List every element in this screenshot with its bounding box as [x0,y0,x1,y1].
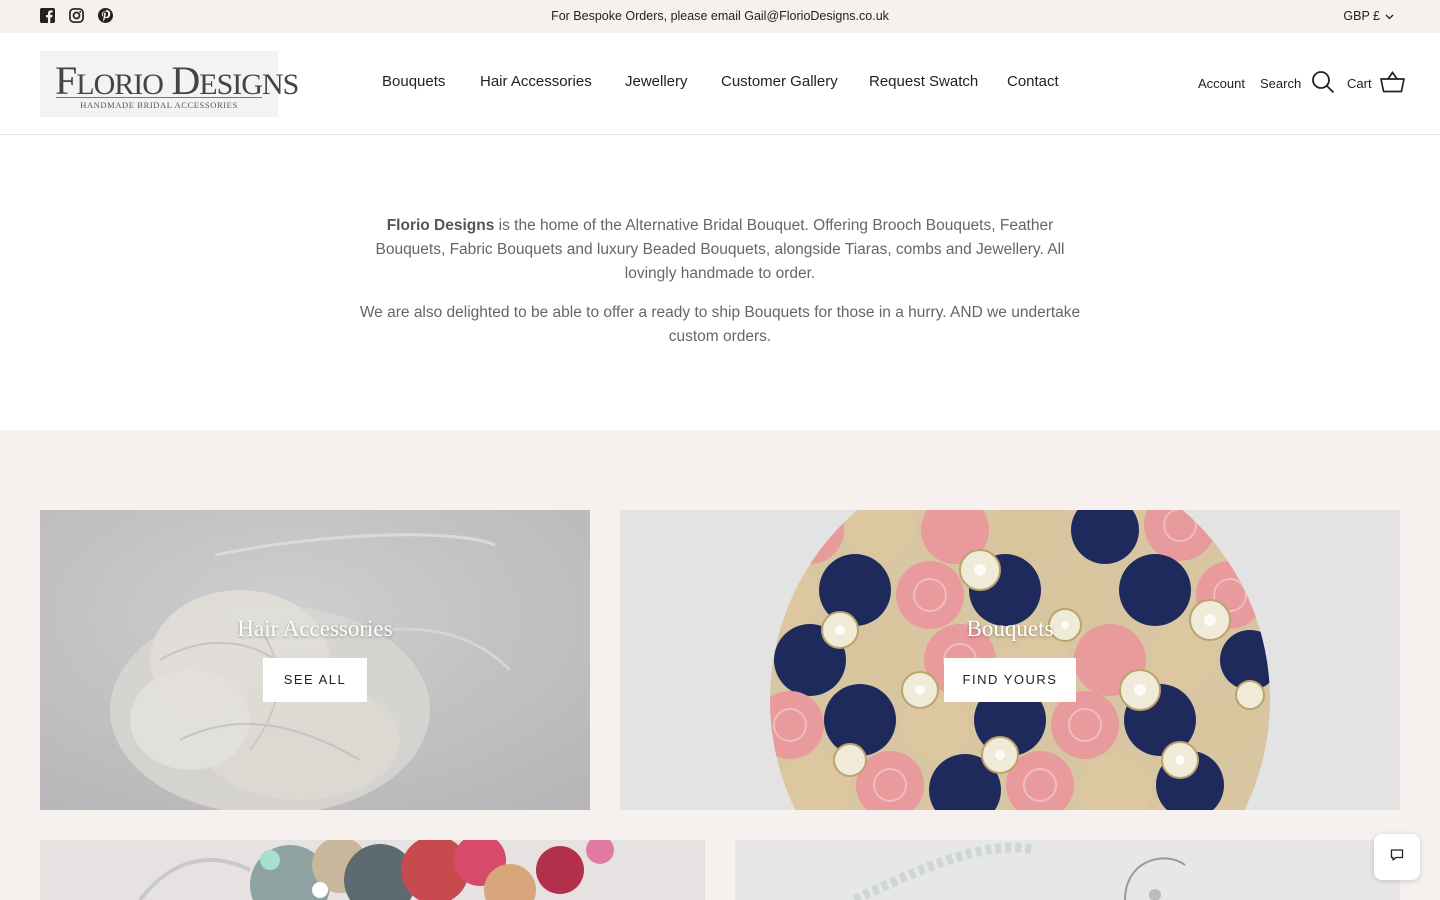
account-link[interactable]: Account [1198,33,1245,133]
tile-title: Hair Accessories [237,616,393,641]
currency-selector[interactable]: GBP £ [1343,0,1394,33]
instagram-icon[interactable] [69,8,84,23]
collections-section: Hair Accessories SEE ALL Bouquets FIND Y… [0,430,1440,900]
chevron-down-icon [1385,0,1394,33]
pinterest-icon[interactable] [98,8,113,23]
site-header: FLORIO DESIGNS HANDMADE BRIDAL ACCESSORI… [0,33,1440,135]
intro-paragraph-2: We are also delighted to be able to offe… [359,304,1081,345]
logo-tagline: HANDMADE BRIDAL ACCESSORIES [80,100,238,110]
cart-label: Cart [1347,75,1372,91]
earrings-image [735,840,1400,900]
collection-tile-hair-accessories[interactable]: Hair Accessories SEE ALL [40,510,590,810]
nav-customer-gallery[interactable]: Customer Gallery [721,73,838,90]
nav-request-swatch[interactable]: Request Swatch [869,73,978,90]
see-all-button[interactable]: SEE ALL [263,658,367,702]
collection-tile-jewellery[interactable] [40,840,705,900]
nav-bouquets[interactable]: Bouquets [382,73,445,90]
search-link[interactable]: Search [1260,33,1335,133]
facebook-icon[interactable] [40,8,55,23]
search-icon [1311,70,1335,97]
cart-link[interactable]: Cart [1347,33,1405,133]
basket-icon [1379,70,1405,96]
nav-contact[interactable]: Contact [1007,73,1059,90]
tile-title: Bouquets [966,616,1054,641]
announcement-bar: For Bespoke Orders, please email Gail@Fl… [0,0,1440,33]
brooch-jewellery-image [40,840,705,900]
collection-tile-bouquets[interactable]: Bouquets FIND YOURS [620,510,1400,810]
collection-tile-earrings[interactable] [735,840,1400,900]
search-label: Search [1260,75,1302,91]
logo-divider [56,97,262,98]
chat-widget-button[interactable] [1374,834,1420,880]
intro-text: Florio Designs is the home of the Altern… [350,214,1090,364]
nav-jewellery[interactable]: Jewellery [625,73,688,90]
chat-icon [1390,848,1404,867]
social-links [40,8,113,23]
announcement-text: For Bespoke Orders, please email Gail@Fl… [551,9,889,23]
nav-hair-accessories[interactable]: Hair Accessories [480,73,592,90]
intro-brand: Florio Designs [386,217,495,234]
intro-paragraph-1: Florio Designs is the home of the Altern… [350,214,1090,286]
currency-label: GBP £ [1343,9,1380,23]
site-logo[interactable]: FLORIO DESIGNS HANDMADE BRIDAL ACCESSORI… [40,51,299,117]
find-yours-button[interactable]: FIND YOURS [944,658,1076,702]
